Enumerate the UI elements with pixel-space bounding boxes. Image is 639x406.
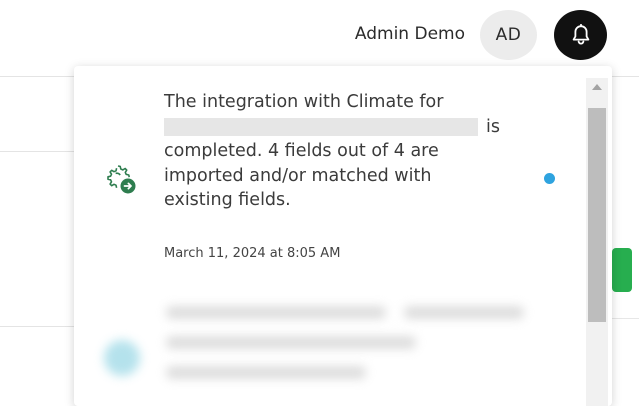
unread-indicator [544, 173, 555, 184]
panel-scrollbar[interactable] [586, 78, 608, 406]
scroll-up-arrow-icon[interactable] [592, 84, 602, 90]
notification-item-blurred[interactable] [74, 256, 584, 406]
blurred-icon [104, 340, 140, 376]
blurred-text [166, 306, 386, 319]
blurred-text [404, 306, 524, 319]
message-line: existing fields. [164, 190, 291, 210]
blurred-text [166, 366, 366, 379]
notification-message: The integration with Climate for is comp… [164, 90, 504, 213]
page-divider-left-2 [0, 326, 74, 327]
message-line: The integration with Climate for [164, 92, 444, 112]
message-line-tail: is [486, 116, 500, 137]
message-line: completed. 4 fields out of 4 are [164, 141, 439, 161]
blurred-text [166, 336, 416, 349]
bell-icon [572, 24, 589, 45]
notification-item[interactable]: The integration with Climate for is comp… [74, 66, 584, 261]
page-action-button[interactable] [612, 248, 632, 292]
user-name[interactable]: Admin Demo [355, 22, 465, 46]
integration-gear-icon [107, 165, 136, 194]
scroll-thumb[interactable] [588, 108, 606, 322]
message-line: imported and/or matched with [164, 165, 432, 186]
redacted-text [164, 117, 478, 136]
message-line: is [164, 115, 504, 140]
top-header: Admin Demo AD [0, 0, 639, 70]
notifications-button[interactable] [554, 10, 607, 60]
user-avatar[interactable]: AD [480, 10, 537, 60]
notifications-panel: The integration with Climate for is comp… [74, 66, 612, 406]
page-divider-left [0, 151, 74, 152]
